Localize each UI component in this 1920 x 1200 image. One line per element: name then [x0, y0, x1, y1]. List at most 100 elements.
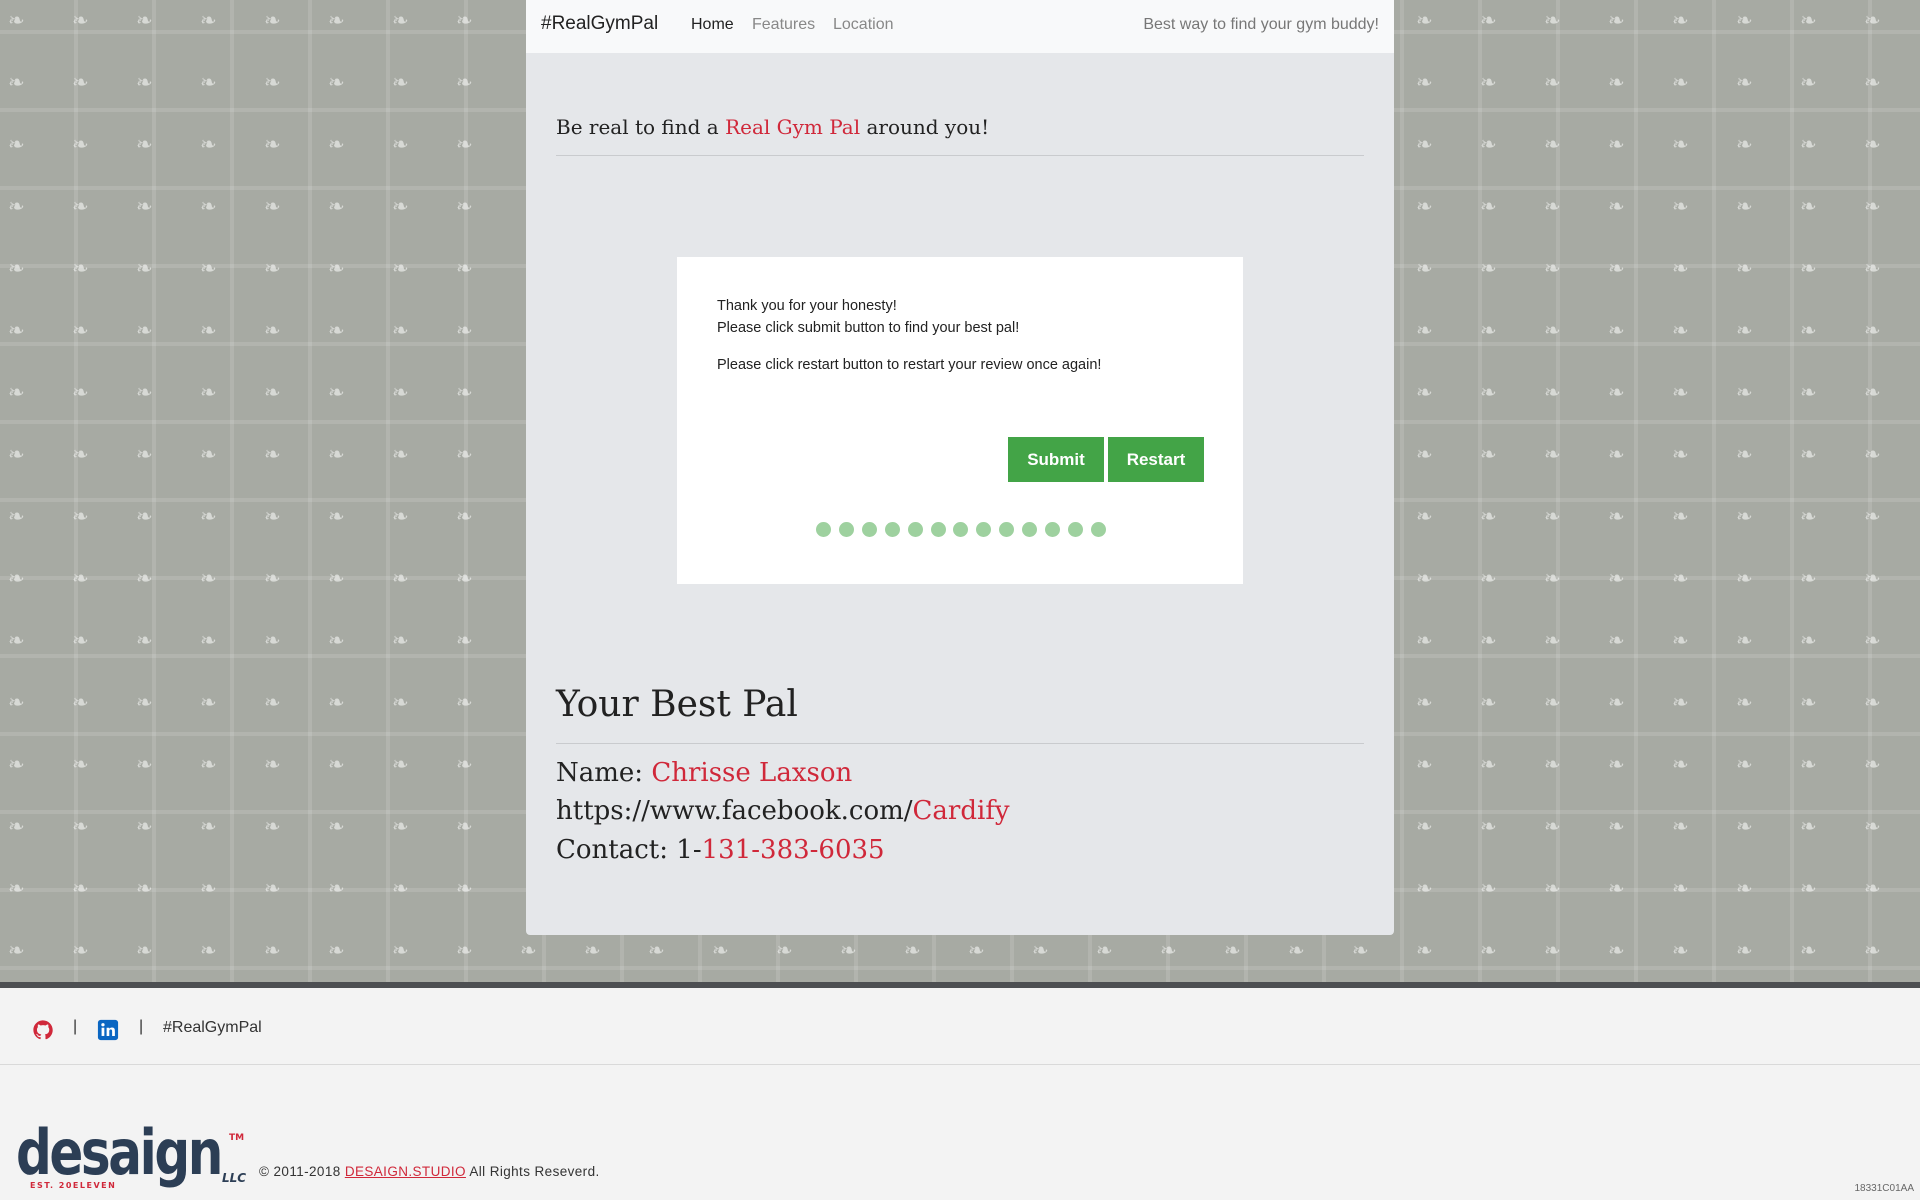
site-footer: | | #RealGymPal desaign TM LLC EST. 20EL… — [0, 982, 1920, 1200]
pattern-glyph-icon: ❧ — [1800, 442, 1817, 466]
submit-button[interactable]: Submit — [1008, 437, 1104, 482]
pattern-glyph-icon: ❧ — [1864, 442, 1881, 466]
linkedin-icon[interactable] — [97, 1019, 119, 1041]
pattern-glyph-icon: ❧ — [72, 690, 89, 714]
pattern-glyph-icon: ❧ — [456, 8, 473, 32]
pattern-glyph-icon: ❧ — [1544, 442, 1561, 466]
pattern-glyph-icon: ❧ — [1736, 318, 1753, 342]
pattern-glyph-icon: ❧ — [1736, 132, 1753, 156]
nav-link-features[interactable]: Features — [752, 16, 815, 34]
pattern-glyph-icon: ❧ — [840, 938, 857, 962]
pattern-glyph-icon: ❧ — [1416, 256, 1433, 280]
footer-separator: | — [139, 1018, 144, 1035]
pattern-glyph-icon: ❧ — [456, 380, 473, 404]
pal-contact-label: Contact: 1- — [556, 835, 702, 865]
pattern-glyph-icon: ❧ — [1224, 938, 1241, 962]
pal-name-label: Name: — [556, 758, 652, 788]
pattern-glyph-icon: ❧ — [1736, 690, 1753, 714]
pattern-glyph-icon: ❧ — [1608, 876, 1625, 900]
pattern-glyph-icon: ❧ — [1416, 876, 1433, 900]
pattern-glyph-icon: ❧ — [1864, 938, 1881, 962]
restart-button[interactable]: Restart — [1108, 437, 1204, 482]
pattern-glyph-icon: ❧ — [456, 814, 473, 838]
pattern-glyph-icon: ❧ — [328, 256, 345, 280]
hero-highlight: Real Gym Pal — [725, 115, 861, 139]
pattern-glyph-icon: ❧ — [1864, 318, 1881, 342]
pattern-glyph-icon: ❧ — [1416, 132, 1433, 156]
pal-facebook-line: https://www.facebook.com/Cardify — [556, 796, 1010, 826]
pal-contact-line: Contact: 1-131-383-6035 — [556, 835, 885, 865]
pattern-glyph-icon: ❧ — [1544, 256, 1561, 280]
pattern-glyph-icon: ❧ — [1608, 380, 1625, 404]
pattern-glyph-icon: ❧ — [264, 690, 281, 714]
pattern-glyph-icon: ❧ — [456, 318, 473, 342]
brand-logo[interactable]: #RealGymPal — [541, 13, 658, 35]
pattern-glyph-icon: ❧ — [1864, 628, 1881, 652]
pattern-glyph-icon: ❧ — [136, 256, 153, 280]
nav-link-home[interactable]: Home — [691, 16, 734, 34]
pattern-glyph-icon: ❧ — [1480, 566, 1497, 590]
pattern-glyph-icon: ❧ — [200, 752, 217, 776]
pal-contact-value[interactable]: 131-383-6035 — [702, 835, 885, 865]
copyright-suffix: All Rights Reseverd. — [465, 1164, 600, 1179]
pattern-glyph-icon: ❧ — [264, 814, 281, 838]
pattern-glyph-icon: ❧ — [1736, 628, 1753, 652]
nav-link-location[interactable]: Location — [833, 16, 894, 34]
hero-prefix: Be real to find a — [556, 115, 726, 139]
pattern-glyph-icon: ❧ — [328, 566, 345, 590]
pattern-glyph-icon: ❧ — [456, 504, 473, 528]
pattern-glyph-icon: ❧ — [1608, 442, 1625, 466]
pattern-glyph-icon: ❧ — [72, 566, 89, 590]
pattern-glyph-icon: ❧ — [136, 8, 153, 32]
pattern-glyph-icon: ❧ — [72, 380, 89, 404]
pattern-glyph-icon: ❧ — [1672, 70, 1689, 94]
pattern-glyph-icon: ❧ — [328, 876, 345, 900]
pattern-glyph-icon: ❧ — [328, 752, 345, 776]
studio-link[interactable]: DESAIGN.STUDIO — [345, 1164, 466, 1179]
pattern-glyph-icon: ❧ — [136, 566, 153, 590]
pattern-glyph-icon: ❧ — [200, 628, 217, 652]
pattern-glyph-icon: ❧ — [1544, 504, 1561, 528]
pattern-glyph-icon: ❧ — [1864, 194, 1881, 218]
pattern-glyph-icon: ❧ — [328, 380, 345, 404]
pattern-glyph-icon: ❧ — [1736, 380, 1753, 404]
desaign-logo[interactable]: desaign TM LLC EST. 20ELEVEN — [16, 1116, 252, 1192]
pattern-glyph-icon: ❧ — [8, 504, 25, 528]
card-thank-you-text: Thank you for your honesty! — [717, 298, 897, 314]
pattern-glyph-icon: ❧ — [1864, 256, 1881, 280]
pattern-glyph-icon: ❧ — [328, 504, 345, 528]
pattern-glyph-icon: ❧ — [1736, 70, 1753, 94]
pattern-glyph-icon: ❧ — [1480, 876, 1497, 900]
pattern-glyph-icon: ❧ — [200, 8, 217, 32]
pattern-glyph-icon: ❧ — [264, 938, 281, 962]
pattern-glyph-icon: ❧ — [1480, 752, 1497, 776]
github-icon[interactable] — [32, 1019, 54, 1041]
step-dot — [838, 522, 854, 537]
pattern-glyph-icon: ❧ — [1608, 690, 1625, 714]
pattern-glyph-icon: ❧ — [1608, 132, 1625, 156]
pattern-glyph-icon: ❧ — [1800, 814, 1817, 838]
footer-divider — [0, 1064, 1920, 1065]
pattern-glyph-icon: ❧ — [456, 70, 473, 94]
pattern-glyph-icon: ❧ — [1800, 380, 1817, 404]
pattern-glyph-icon: ❧ — [1672, 566, 1689, 590]
pattern-glyph-icon: ❧ — [1736, 442, 1753, 466]
pattern-glyph-icon: ❧ — [8, 318, 25, 342]
pattern-glyph-icon: ❧ — [1736, 566, 1753, 590]
build-id: 18331C01AA — [1854, 1183, 1915, 1194]
pattern-glyph-icon: ❧ — [328, 690, 345, 714]
pattern-glyph-icon: ❧ — [200, 814, 217, 838]
pattern-glyph-icon: ❧ — [72, 70, 89, 94]
main-container: #RealGymPal Home Features Location Best … — [526, 0, 1394, 935]
pattern-glyph-icon: ❧ — [392, 566, 409, 590]
pattern-glyph-icon: ❧ — [1672, 318, 1689, 342]
pattern-glyph-icon: ❧ — [1800, 876, 1817, 900]
pattern-glyph-icon: ❧ — [1608, 752, 1625, 776]
pal-facebook-user[interactable]: Cardify — [913, 796, 1010, 826]
pattern-glyph-icon: ❧ — [1544, 752, 1561, 776]
pattern-glyph-icon: ❧ — [392, 442, 409, 466]
pattern-glyph-icon: ❧ — [392, 504, 409, 528]
pattern-glyph-icon: ❧ — [1416, 752, 1433, 776]
pattern-glyph-icon: ❧ — [200, 938, 217, 962]
pattern-glyph-icon: ❧ — [1608, 504, 1625, 528]
